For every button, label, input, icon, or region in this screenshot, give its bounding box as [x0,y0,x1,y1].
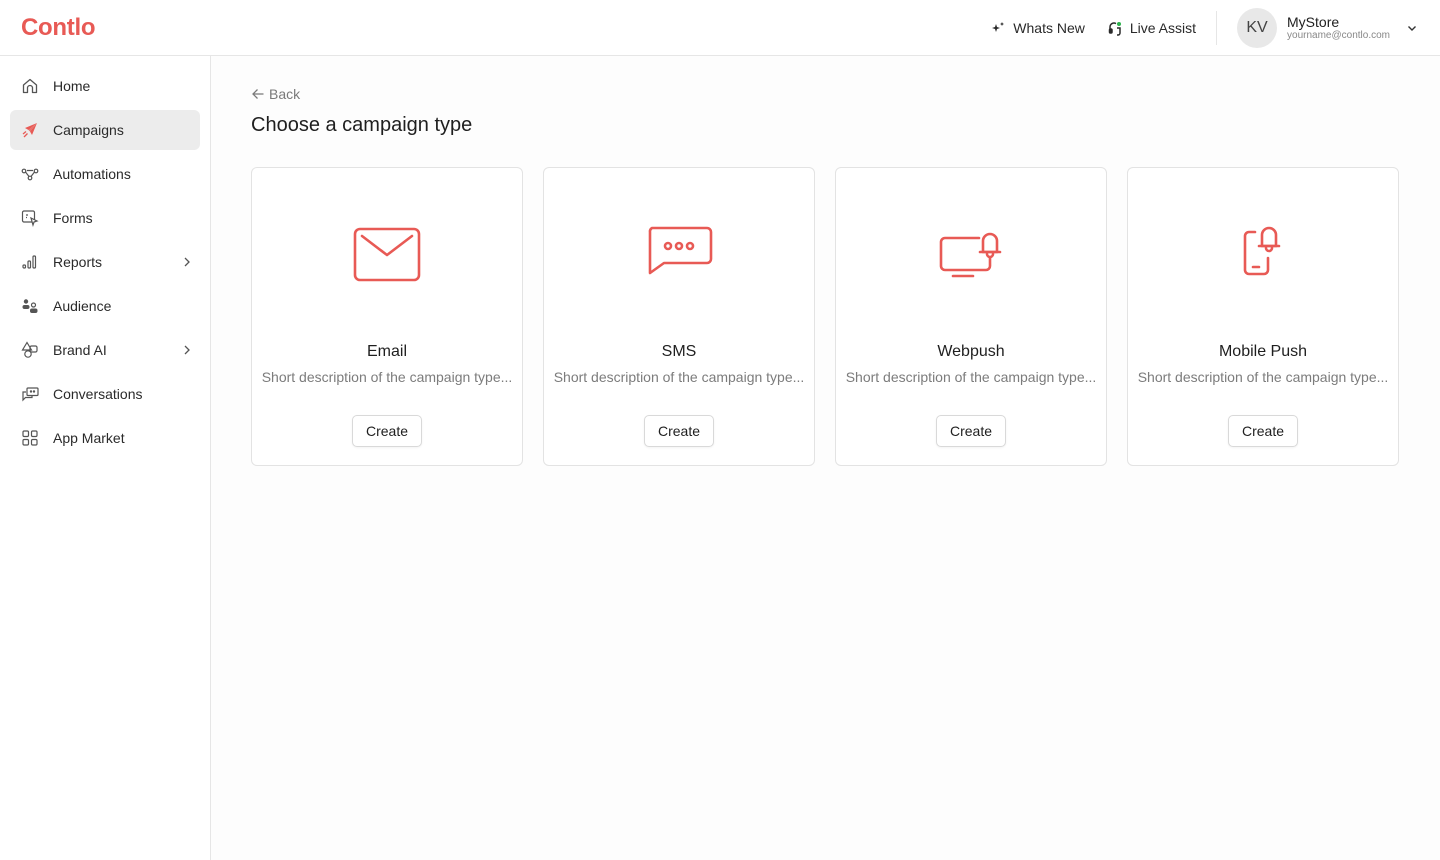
chat-icon [22,387,39,402]
chevron-right-icon [184,345,190,355]
sidebar-item-label: Campaigns [53,122,124,138]
card-title: SMS [661,343,697,360]
sparkle-icon [992,22,1005,32]
sidebar-item-label: App Market [53,430,125,446]
page-title: Choose a campaign type [251,114,473,136]
logo[interactable]: Contlo [21,14,95,42]
sidebar-item-label: Forms [53,210,93,226]
sidebar-item-label: Brand AI [53,342,107,358]
store-name: MyStore [1287,13,1340,30]
account-email: yourname@contlo.com [1287,30,1390,42]
create-mobile-push-button[interactable]: Create [1228,415,1298,447]
whats-new-label: Whats New [1013,20,1085,36]
chevron-right-icon [184,257,190,267]
whats-new-button[interactable]: Whats New [990,20,1085,36]
card-title: Mobile Push [1218,343,1308,360]
users-icon [22,299,38,313]
top-bar: Contlo Whats New Live Assist KV MyStore … [0,0,1440,56]
headset-icon [1108,22,1121,36]
sidebar-item-automations[interactable]: Automations [10,154,200,194]
card-title: Email [366,343,407,360]
home-icon [22,78,38,94]
sidebar-item-label: Reports [53,254,103,270]
arrow-left-icon [252,89,264,99]
monitor-bell-icon [939,232,1002,278]
create-sms-button[interactable]: Create [644,415,714,447]
grid-icon [22,430,38,446]
campaign-card-sms[interactable]: SMS Short description of the campaign ty… [543,167,815,466]
sidebar-item-label: Home [53,78,91,94]
sidebar-item-app-market[interactable]: App Market [10,418,200,458]
campaign-card-webpush[interactable]: Webpush Short description of the campaig… [835,167,1107,466]
sidebar-item-label: Audience [53,298,112,314]
shapes-icon [21,341,38,358]
card-title: Webpush [937,343,1005,360]
sidebar-item-reports[interactable]: Reports [10,242,200,282]
create-email-button[interactable]: Create [352,415,422,447]
chevron-down-icon [1408,26,1416,31]
back-link[interactable]: Back [251,86,300,102]
workflow-icon [21,168,39,181]
campaign-type-cards: Email Short description of the campaign … [251,167,1399,466]
back-label: Back [269,86,301,102]
card-description: Short description of the campaign type..… [261,369,513,385]
sidebar-item-home[interactable]: Home [10,66,200,106]
live-assist-label: Live Assist [1129,20,1197,36]
card-description: Short description of the campaign type..… [1137,369,1389,385]
campaign-card-email[interactable]: Email Short description of the campaign … [251,167,523,466]
top-actions: Whats New Live Assist KV MyStore yournam… [990,0,1440,56]
sidebar-item-conversations[interactable]: Conversations [10,374,200,414]
create-webpush-button[interactable]: Create [936,415,1006,447]
card-description: Short description of the campaign type..… [553,369,805,385]
phone-bell-icon [1243,226,1281,276]
sidebar-item-label: Conversations [53,386,143,402]
bar-chart-icon [22,255,37,269]
sidebar-item-campaigns[interactable]: Campaigns [10,110,200,150]
form-icon [21,210,39,227]
campaign-card-mobile-push[interactable]: Mobile Push Short description of the cam… [1127,167,1399,466]
main-content: Back Choose a campaign type Email Short … [211,56,1440,860]
card-description: Short description of the campaign type..… [845,369,1097,385]
sms-bubble-icon [648,226,713,275]
avatar: KV [1237,8,1278,48]
header-divider [1216,11,1218,45]
account-menu[interactable]: KV MyStore yourname@contlo.com [1237,8,1418,48]
sidebar-item-label: Automations [53,166,131,182]
sidebar-item-forms[interactable]: Forms [10,198,200,238]
sidebar: Home Campaigns Automations Forms Reports… [0,56,211,860]
live-assist-button[interactable]: Live Assist [1107,20,1196,36]
sidebar-nav: Home Campaigns Automations Forms Reports… [0,56,210,458]
paper-plane-icon [22,123,37,138]
envelope-icon [353,227,421,282]
sidebar-item-audience[interactable]: Audience [10,286,200,326]
sidebar-item-brand-ai[interactable]: Brand AI [10,330,200,370]
